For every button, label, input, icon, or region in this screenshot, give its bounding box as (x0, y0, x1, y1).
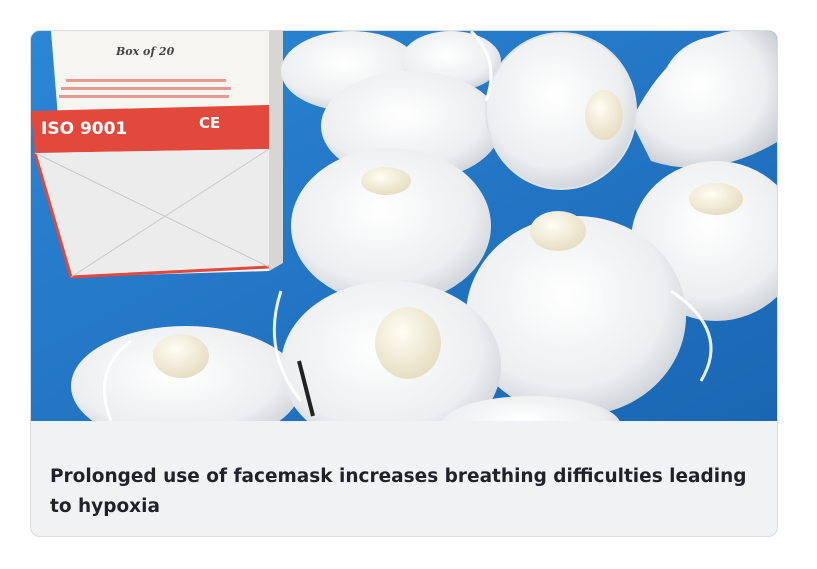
mask-box: Box of 20 ISO 9001 CE (31, 31, 283, 279)
article-caption[interactable]: Prolonged use of facemask increases brea… (50, 462, 762, 522)
article-card[interactable]: Box of 20 ISO 9001 CE Prolonged use of f… (30, 30, 778, 537)
box-standard-label: ISO 9001 (41, 119, 127, 139)
facemasks-photo: Box of 20 ISO 9001 CE (31, 31, 777, 421)
article-image[interactable]: Box of 20 ISO 9001 CE (31, 31, 777, 421)
box-count-label: Box of 20 (115, 45, 175, 58)
box-mark-label: CE (199, 114, 220, 132)
